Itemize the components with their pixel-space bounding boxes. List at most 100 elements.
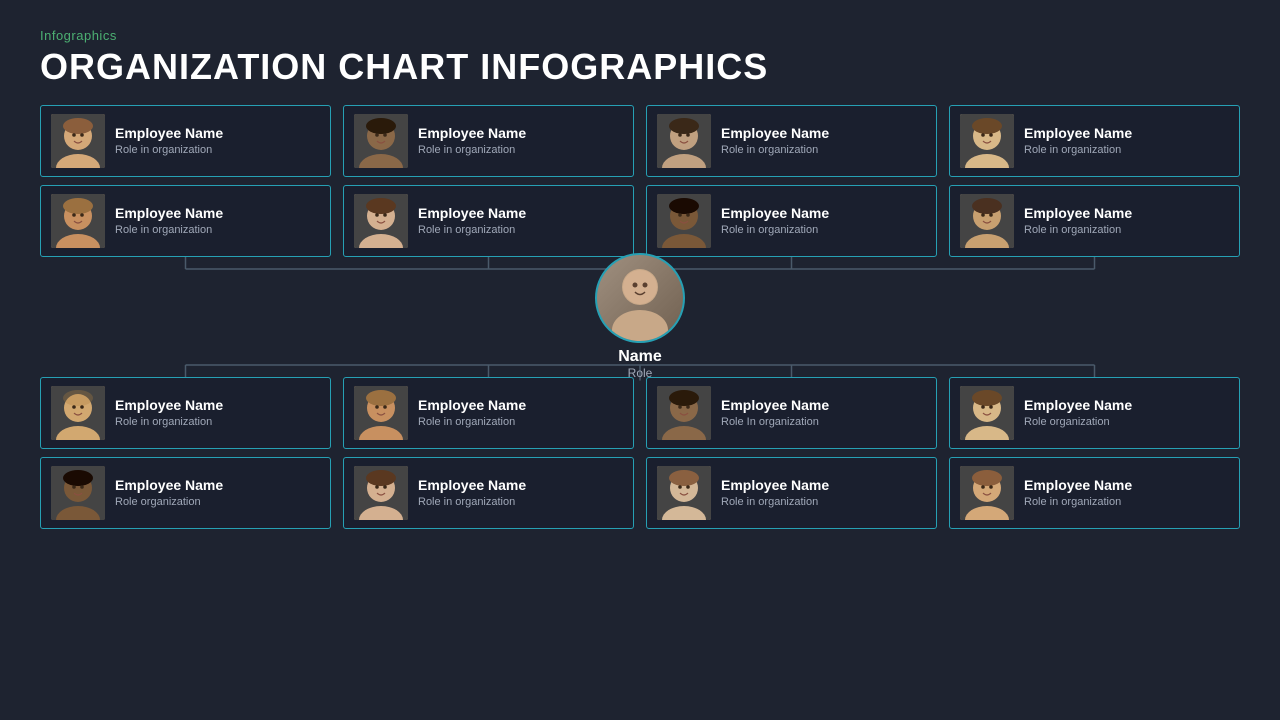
emp-info: Employee Name Role in organization	[115, 125, 320, 156]
emp-avatar	[657, 114, 711, 168]
emp-name: Employee Name	[1024, 397, 1229, 414]
emp-card: Employee Name Role in organization	[40, 185, 331, 257]
emp-role: Role in organization	[1024, 496, 1229, 508]
emp-info: Employee Name Role in organization	[418, 477, 623, 508]
center-role: Role	[628, 366, 653, 380]
emp-info: Employee Name Role organization	[115, 477, 320, 508]
emp-card: Employee Name Role organization	[949, 377, 1240, 449]
bottom-column-2: Employee Name Role In organization Employ…	[646, 377, 937, 529]
emp-info: Employee Name Role in organization	[1024, 205, 1229, 236]
emp-avatar	[657, 466, 711, 520]
bottom-column-1: Employee Name Role in organization Employ…	[343, 377, 634, 529]
emp-card: Employee Name Role in organization	[343, 457, 634, 529]
emp-info: Employee Name Role in organization	[1024, 125, 1229, 156]
emp-role: Role in organization	[721, 144, 926, 156]
emp-info: Employee Name Role in organization	[1024, 477, 1229, 508]
emp-name: Employee Name	[115, 397, 320, 414]
emp-avatar	[960, 194, 1014, 248]
emp-role: Role organization	[115, 496, 320, 508]
emp-name: Employee Name	[1024, 477, 1229, 494]
emp-role: Role in organization	[418, 144, 623, 156]
emp-card: Employee Name Role in organization	[40, 105, 331, 177]
emp-role: Role in organization	[721, 496, 926, 508]
emp-card: Employee Name Role in organization	[646, 105, 937, 177]
emp-info: Employee Name Role organization	[1024, 397, 1229, 428]
emp-info: Employee Name Role in organization	[721, 477, 926, 508]
emp-avatar	[657, 386, 711, 440]
emp-info: Employee Name Role In organization	[721, 397, 926, 428]
emp-card: Employee Name Role In organization	[646, 377, 937, 449]
emp-avatar	[960, 466, 1014, 520]
top-section: Employee Name Role in organization Employ…	[40, 105, 1240, 257]
emp-info: Employee Name Role in organization	[115, 205, 320, 236]
page: Infographics ORGANIZATION CHART INFOGRAP…	[0, 0, 1280, 720]
emp-role: Role in organization	[115, 416, 320, 428]
emp-info: Employee Name Role in organization	[721, 125, 926, 156]
emp-avatar	[51, 114, 105, 168]
emp-card: Employee Name Role organization	[40, 457, 331, 529]
emp-role: Role in organization	[418, 496, 623, 508]
emp-avatar	[960, 386, 1014, 440]
bottom-section: Employee Name Role in organization Employ…	[40, 377, 1240, 529]
emp-info: Employee Name Role in organization	[115, 397, 320, 428]
emp-avatar	[51, 466, 105, 520]
emp-avatar	[960, 114, 1014, 168]
emp-name: Employee Name	[418, 125, 623, 142]
emp-role: Role organization	[1024, 416, 1229, 428]
top-column-2: Employee Name Role in organization Employ…	[646, 105, 937, 257]
emp-name: Employee Name	[721, 397, 926, 414]
center-name: Name	[618, 348, 662, 366]
bottom-column-3: Employee Name Role organization Employee …	[949, 377, 1240, 529]
center-avatar	[595, 253, 685, 343]
emp-name: Employee Name	[1024, 205, 1229, 222]
infographics-label: Infographics	[40, 28, 1240, 43]
header: Infographics ORGANIZATION CHART INFOGRAP…	[40, 28, 1240, 87]
emp-role: Role in organization	[115, 224, 320, 236]
emp-info: Employee Name Role in organization	[418, 397, 623, 428]
emp-avatar	[51, 194, 105, 248]
main-title: ORGANIZATION CHART INFOGRAPHICS	[40, 47, 1240, 87]
emp-role: Role in organization	[1024, 224, 1229, 236]
emp-name: Employee Name	[115, 205, 320, 222]
emp-role: Role in organization	[418, 416, 623, 428]
emp-name: Employee Name	[418, 397, 623, 414]
emp-role: Role in organization	[115, 144, 320, 156]
center-node: Name Role	[595, 253, 685, 380]
emp-card: Employee Name Role in organization	[343, 185, 634, 257]
emp-avatar	[354, 386, 408, 440]
emp-card: Employee Name Role in organization	[343, 377, 634, 449]
emp-avatar	[354, 114, 408, 168]
emp-name: Employee Name	[418, 477, 623, 494]
emp-role: Role in organization	[1024, 144, 1229, 156]
top-column-1: Employee Name Role in organization Employ…	[343, 105, 634, 257]
emp-name: Employee Name	[115, 477, 320, 494]
emp-role: Role in organization	[418, 224, 623, 236]
emp-info: Employee Name Role in organization	[418, 205, 623, 236]
center-avatar-svg	[597, 255, 683, 341]
emp-card: Employee Name Role in organization	[40, 377, 331, 449]
emp-name: Employee Name	[1024, 125, 1229, 142]
emp-card: Employee Name Role in organization	[646, 457, 937, 529]
bottom-column-0: Employee Name Role in organization Employ…	[40, 377, 331, 529]
top-column-3: Employee Name Role in organization Employ…	[949, 105, 1240, 257]
org-chart: Employee Name Role in organization Employ…	[40, 105, 1240, 529]
emp-card: Employee Name Role in organization	[343, 105, 634, 177]
emp-card: Employee Name Role in organization	[949, 105, 1240, 177]
emp-avatar	[657, 194, 711, 248]
emp-info: Employee NameRole in organization	[721, 205, 926, 236]
emp-name: Employee Name	[115, 125, 320, 142]
emp-card: Employee NameRole in organization	[646, 185, 937, 257]
emp-name: Employee Name	[721, 125, 926, 142]
center-area: Name Role	[40, 257, 1240, 377]
emp-card: Employee Name Role in organization	[949, 457, 1240, 529]
emp-info: Employee Name Role in organization	[418, 125, 623, 156]
emp-role: Role In organization	[721, 416, 926, 428]
emp-avatar	[51, 386, 105, 440]
emp-name: Employee Name	[418, 205, 623, 222]
emp-card: Employee Name Role in organization	[949, 185, 1240, 257]
top-column-0: Employee Name Role in organization Employ…	[40, 105, 331, 257]
emp-avatar	[354, 194, 408, 248]
emp-avatar	[354, 466, 408, 520]
emp-name: Employee Name	[721, 477, 926, 494]
emp-name: Employee Name	[721, 205, 926, 222]
